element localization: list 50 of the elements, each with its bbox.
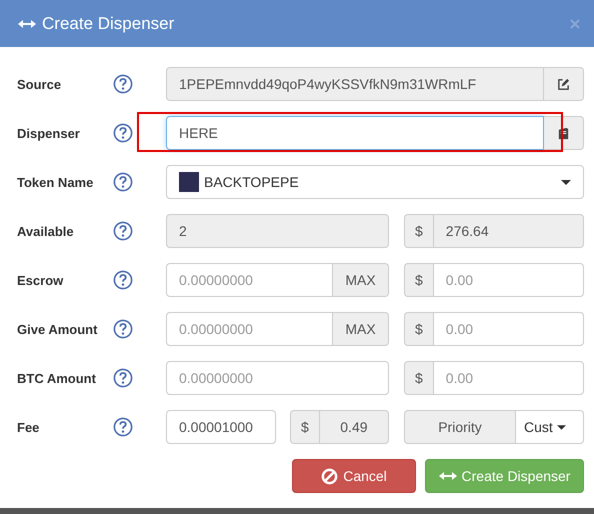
dialog-title: Create Dispenser <box>42 14 176 34</box>
double-arrow-icon <box>18 20 36 28</box>
edit-button[interactable] <box>544 67 584 101</box>
help-icon[interactable] <box>113 123 133 143</box>
help-icon[interactable] <box>113 417 133 437</box>
usd-field[interactable]: 0.00 <box>432 312 584 346</box>
max-button[interactable]: MAX <box>333 312 389 346</box>
field-label: BTC Amount <box>17 370 97 386</box>
usd-field[interactable]: 0.00 <box>432 361 584 395</box>
amount-field[interactable]: 0.00000000 <box>166 361 389 395</box>
cancel-button[interactable]: Cancel <box>292 459 416 493</box>
double-arrow-icon <box>438 472 457 480</box>
currency-addon: $ <box>290 410 319 444</box>
usd-field[interactable]: 276.64 <box>432 214 584 248</box>
token-select[interactable]: BACKTOPEPE <box>166 165 584 199</box>
help-icon[interactable] <box>113 368 133 388</box>
amount-field[interactable]: 0.00000000 <box>166 312 333 346</box>
currency-addon: $ <box>404 312 433 346</box>
prohibited-icon <box>321 468 338 484</box>
help-icon[interactable] <box>113 319 133 339</box>
field-label: Source <box>17 76 62 92</box>
amount-field[interactable]: 0.00000000 <box>166 263 333 297</box>
currency-addon: $ <box>404 263 433 297</box>
max-button[interactable]: MAX <box>333 263 389 297</box>
field-label: Give Amount <box>17 322 98 336</box>
field-label: Token Name <box>17 174 94 190</box>
address-field[interactable]: 1PEPEmnvdd49qoP4wyKSSVfkN9m31WRmLF <box>166 67 544 101</box>
dispenser-field[interactable]: HERE <box>166 116 544 150</box>
token-image <box>179 172 199 192</box>
fee-field[interactable]: 0.00001000 <box>166 410 276 444</box>
help-icon[interactable] <box>113 221 133 241</box>
help-icon[interactable] <box>113 74 133 94</box>
field-label: Available <box>17 224 75 238</box>
usd-field[interactable]: 0.00 <box>432 263 584 297</box>
help-icon[interactable] <box>113 270 133 290</box>
amount-field[interactable]: 2 <box>166 214 389 248</box>
address-book-button[interactable] <box>544 116 584 150</box>
field-label: Dispenser <box>17 126 81 140</box>
field-label: Escrow <box>17 272 64 288</box>
usd-field[interactable]: 0.49 <box>318 410 389 444</box>
caret-icon <box>561 180 571 184</box>
custom-dropdown[interactable]: Cust <box>516 410 584 444</box>
caret-icon <box>556 424 566 430</box>
help-icon[interactable] <box>113 172 133 192</box>
edit-icon <box>557 78 570 90</box>
field-label: Fee <box>17 420 40 434</box>
book-icon <box>557 126 570 140</box>
currency-addon: $ <box>404 361 433 395</box>
currency-addon: $ <box>404 214 433 248</box>
priority-label: Priority <box>404 410 516 444</box>
